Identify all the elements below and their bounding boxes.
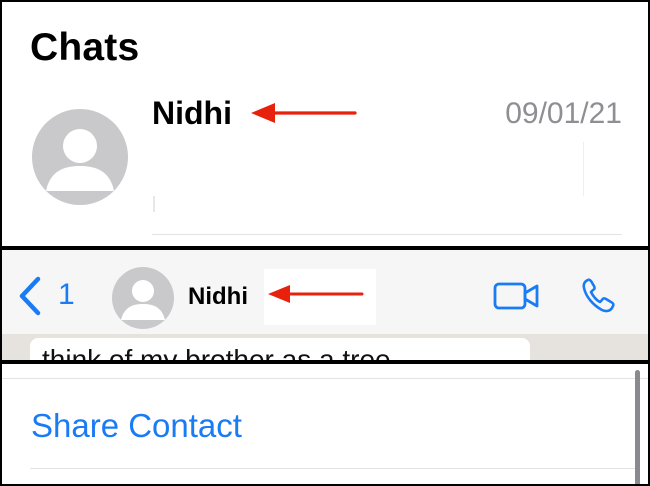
conversation-header-panel: 1 Nidhi think of my brother as a tree [0,248,650,362]
conversation-contact-name[interactable]: Nidhi [188,283,248,311]
scrollbar[interactable] [635,370,640,484]
unread-count[interactable]: 1 [58,278,75,312]
share-contact-button[interactable]: Share Contact [31,407,242,445]
chat-contact-name[interactable]: Nidhi [152,95,232,132]
chats-panel: Chats Nidhi 09/01/21 [0,0,650,248]
divider [30,468,638,469]
avatar[interactable] [112,267,174,329]
chevron-left-icon[interactable] [16,276,44,316]
message-bubble[interactable]: think of my brother as a tree [30,338,530,362]
person-placeholder-icon [46,129,114,191]
divider [152,234,622,235]
page-title: Chats [30,26,140,69]
person-placeholder-icon [121,280,165,320]
chat-timestamp: 09/01/21 [505,97,622,130]
contact-info-panel: Share Contact [0,362,650,486]
divider [2,378,648,379]
phone-icon[interactable] [580,277,618,315]
video-camera-icon[interactable] [493,281,539,311]
red-arrow-icon [268,285,364,303]
red-arrow-icon [251,103,357,123]
avatar[interactable] [32,109,128,205]
message-text: think of my brother as a tree [42,344,391,362]
divider [583,142,584,196]
message-preview-placeholder [153,196,155,212]
